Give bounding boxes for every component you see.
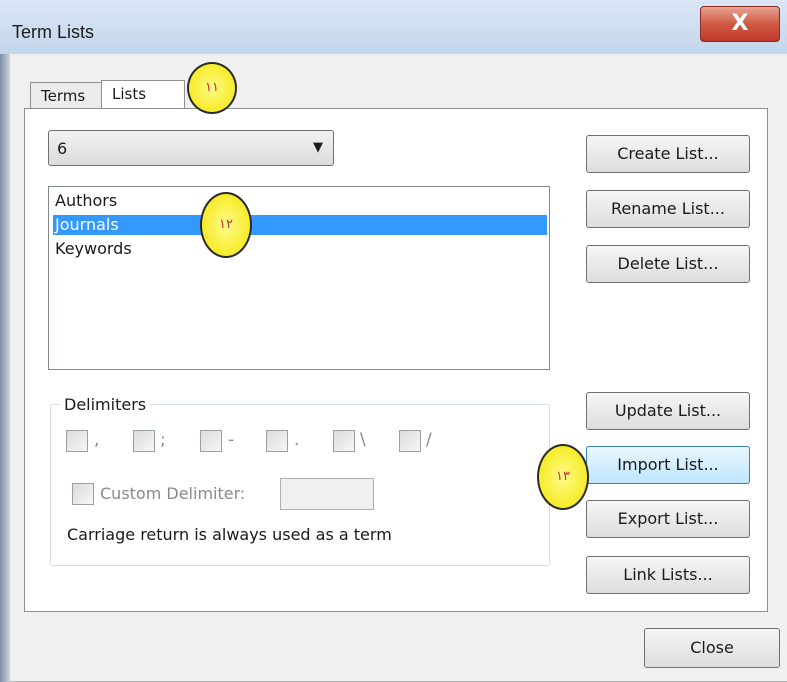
delimiter-semicolon-checkbox[interactable]: [133, 430, 155, 452]
delimiters-legend: Delimiters: [60, 395, 151, 414]
annotation-badge-13: ۱۳: [537, 444, 589, 510]
window-close-button[interactable]: X: [700, 6, 780, 42]
list-item-journals[interactable]: Journals: [53, 215, 547, 235]
delimiter-slash-label: /: [426, 430, 432, 450]
delimiter-comma-label: ,: [94, 430, 100, 450]
list-item-authors[interactable]: Authors: [53, 191, 547, 211]
delimiter-dash-checkbox[interactable]: [200, 430, 222, 452]
term-lists-dialog: Term Lists X Terms Lists 6 ▼ Authors Jou…: [0, 0, 787, 682]
annotation-badge-12: ۱۲: [200, 192, 252, 258]
delimiter-backslash-checkbox[interactable]: [333, 430, 355, 452]
chevron-down-icon: ▼: [313, 140, 323, 155]
list-selector-value: 6: [57, 139, 68, 158]
tab-lists[interactable]: Lists: [101, 80, 185, 110]
title-bar: Term Lists X: [0, 0, 787, 54]
rename-list-button[interactable]: Rename List...: [586, 190, 750, 228]
lists-listbox[interactable]: Authors Journals Keywords: [48, 186, 550, 370]
delimiter-slash-checkbox[interactable]: [399, 430, 421, 452]
delimiter-comma-checkbox[interactable]: [66, 430, 88, 452]
delimiter-backslash-label: \: [360, 430, 366, 450]
export-list-button[interactable]: Export List...: [586, 500, 750, 538]
window-border: [0, 54, 10, 682]
delimiter-period-label: .: [294, 430, 300, 450]
carriage-return-note: Carriage return is always used as a term: [67, 525, 392, 544]
delete-list-button[interactable]: Delete List...: [586, 245, 750, 283]
link-lists-button[interactable]: Link Lists...: [586, 556, 750, 594]
import-list-button[interactable]: Import List...: [586, 446, 750, 484]
custom-delimiter-input[interactable]: [280, 478, 374, 510]
custom-delimiter-label: Custom Delimiter:: [100, 484, 246, 503]
list-item-keywords[interactable]: Keywords: [53, 239, 547, 259]
update-list-button[interactable]: Update List...: [586, 392, 750, 430]
tab-terms[interactable]: Terms: [30, 82, 102, 109]
annotation-badge-11: ۱۱: [187, 62, 237, 114]
delimiter-dash-label: -: [228, 430, 235, 450]
close-button[interactable]: Close: [644, 628, 780, 668]
list-selector-dropdown[interactable]: 6 ▼: [48, 130, 334, 166]
custom-delimiter-checkbox[interactable]: [72, 483, 94, 505]
delimiter-period-checkbox[interactable]: [266, 430, 288, 452]
window-title: Term Lists: [12, 22, 95, 42]
create-list-button[interactable]: Create List...: [586, 135, 750, 173]
delimiter-semicolon-label: ;: [160, 430, 166, 450]
